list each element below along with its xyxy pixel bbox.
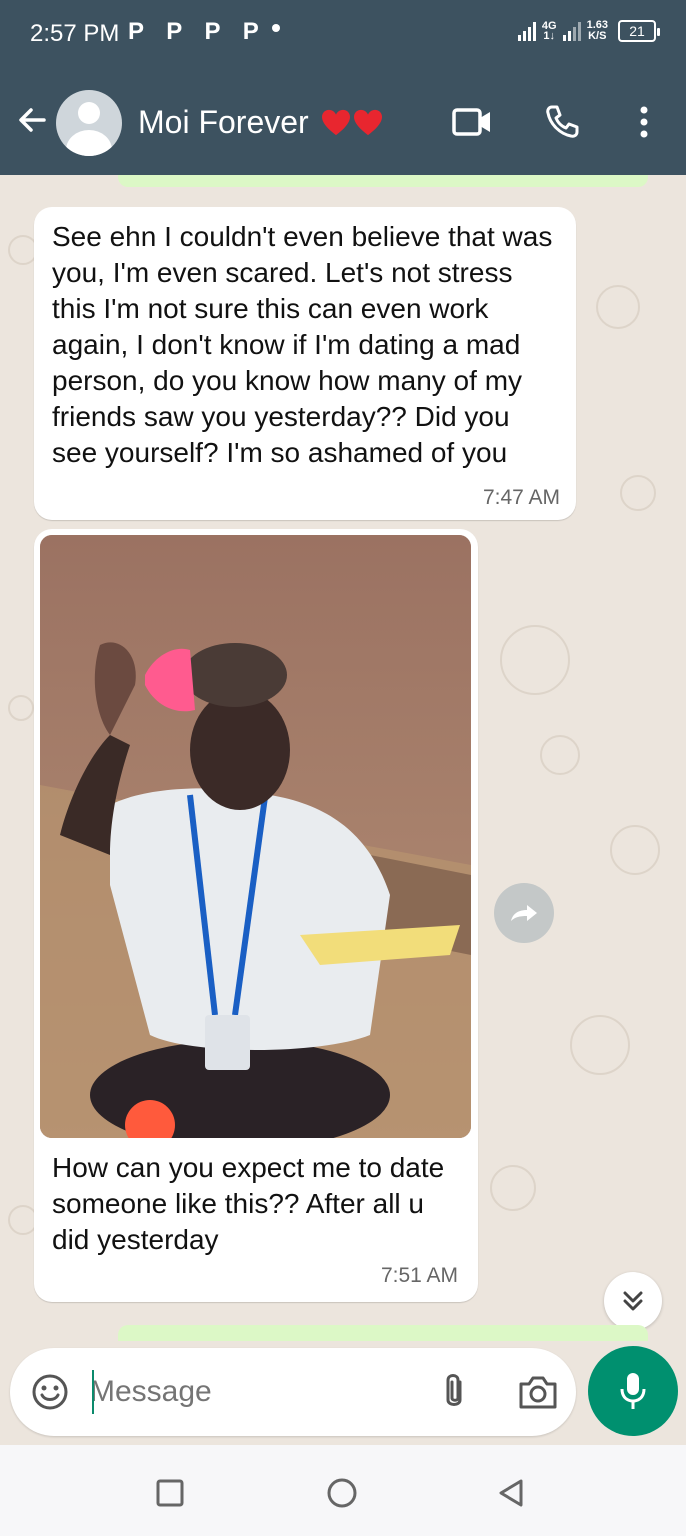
forward-button[interactable] xyxy=(494,883,554,943)
video-call-button[interactable] xyxy=(450,100,494,144)
network-speed: 1.63 K/S xyxy=(586,19,608,42)
avatar[interactable] xyxy=(56,90,122,156)
message-time: 7:47 AM xyxy=(482,486,560,509)
wallpaper-doodle xyxy=(8,695,34,721)
back-arrow-icon[interactable] xyxy=(14,100,54,140)
wallpaper-doodle xyxy=(500,625,570,695)
battery-icon: 21 xyxy=(618,20,660,42)
signal-icon xyxy=(517,21,536,41)
message-text: See ehn I couldn't even believe that was… xyxy=(52,221,553,468)
wallpaper-doodle xyxy=(570,1015,630,1075)
status-right: 4G 1↓ 1.63 K/S 21 xyxy=(517,19,660,42)
text-cursor xyxy=(92,1370,94,1414)
more-options-button[interactable] xyxy=(622,100,666,144)
video-call-icon xyxy=(452,108,490,136)
network-type: 4G 1↓ xyxy=(541,20,557,42)
image-caption: How can you expect me to date someone li… xyxy=(52,1152,445,1255)
contact-name[interactable]: Moi Forever xyxy=(138,104,383,141)
more-notifications-dot xyxy=(272,24,280,32)
wallpaper-doodle xyxy=(540,735,580,775)
top-bar: 2:57 PM P P P P 4G 1↓ 1.63 K/S 21 Moi Fore… xyxy=(0,0,686,175)
wallpaper-doodle xyxy=(620,475,656,511)
message-time: 7:51 AM xyxy=(380,1264,458,1287)
status-bar: 2:57 PM P P P P 4G 1↓ 1.63 K/S 21 xyxy=(0,0,686,70)
wallpaper-doodle xyxy=(596,285,640,329)
photo-image xyxy=(40,535,471,1138)
camera-icon[interactable] xyxy=(516,1372,560,1412)
contact-name-text: Moi Forever xyxy=(138,104,309,140)
wallpaper-doodle xyxy=(610,825,660,875)
next-message-edge xyxy=(118,1325,648,1341)
home-icon[interactable] xyxy=(322,1473,362,1513)
voice-call-button[interactable] xyxy=(540,100,584,144)
incoming-image-message[interactable]: How can you expect me to date someone li… xyxy=(34,529,478,1302)
chat-header: Moi Forever xyxy=(0,70,686,175)
more-vert-icon xyxy=(640,106,648,138)
chat-area[interactable]: See ehn I couldn't even believe that was… xyxy=(0,175,686,1445)
wallpaper-doodle xyxy=(490,1165,536,1211)
hearts-emoji xyxy=(321,109,383,137)
scroll-to-bottom-button[interactable] xyxy=(604,1272,662,1330)
incoming-message[interactable]: See ehn I couldn't even believe that was… xyxy=(34,207,576,520)
mic-icon xyxy=(620,1373,646,1409)
status-time: 2:57 PM xyxy=(30,20,120,47)
phone-icon xyxy=(546,105,579,138)
message-input[interactable] xyxy=(90,1366,390,1418)
emoji-icon[interactable] xyxy=(30,1372,70,1412)
double-chevron-down-icon xyxy=(623,1291,643,1311)
forward-icon xyxy=(511,905,537,921)
heart-icon xyxy=(353,109,382,135)
mic-button[interactable] xyxy=(588,1346,678,1436)
recents-icon[interactable] xyxy=(150,1473,190,1513)
notification-icons: P P P P xyxy=(128,18,267,45)
signal-icon-2 xyxy=(562,21,581,41)
system-nav-bar xyxy=(0,1445,686,1536)
attach-icon[interactable] xyxy=(434,1370,474,1414)
message-photo[interactable] xyxy=(40,535,471,1138)
message-composer xyxy=(10,1348,576,1436)
back-icon[interactable] xyxy=(492,1473,532,1513)
previous-message-edge xyxy=(118,175,648,187)
heart-icon xyxy=(321,109,350,135)
